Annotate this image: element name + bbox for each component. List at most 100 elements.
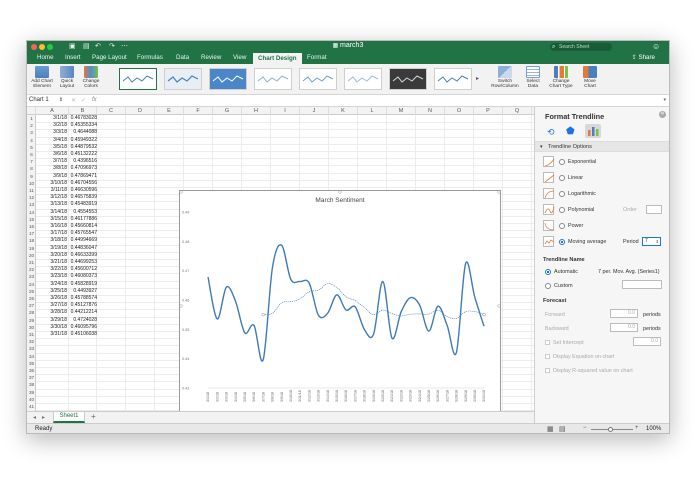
row-header[interactable]: 34 (27, 353, 36, 360)
row-header[interactable]: 7 (27, 158, 36, 165)
effects-pentagon-icon[interactable]: ⬟ (566, 126, 575, 137)
row-header[interactable]: 39 (27, 389, 36, 396)
column-header[interactable]: K (329, 107, 358, 115)
confirm-formula-icon[interactable]: ✓ (81, 97, 86, 104)
cell-sentiment[interactable]: 0.44879532 (69, 144, 97, 151)
row-header[interactable]: 29 (27, 317, 36, 324)
row-header[interactable]: 37 (27, 374, 36, 381)
order-stepper[interactable] (646, 205, 662, 214)
cell-date[interactable]: 3/15/18 (36, 216, 69, 223)
spreadsheet-grid[interactable]: ABCDEFGHIJKLMNOPQ 1 2 3 4 5 6 7 8 9 10 11 12 13 14 15 1… (27, 107, 534, 411)
cell-sentiment[interactable]: 0.45828919 (69, 281, 97, 288)
cell-date[interactable]: 3/22/18 (36, 266, 69, 273)
row-header[interactable]: 28 (27, 309, 36, 316)
cell-sentiment[interactable]: 0.46783028 (69, 115, 97, 122)
select-all-corner[interactable] (27, 107, 36, 115)
column-header[interactable]: B (69, 107, 97, 115)
column-header[interactable]: I (271, 107, 300, 115)
cancel-formula-icon[interactable]: ✕ (71, 97, 76, 104)
cell-date[interactable]: 3/21/18 (36, 259, 69, 266)
cell-date[interactable]: 3/23/18 (36, 273, 69, 280)
chart-style-4[interactable] (254, 68, 292, 90)
switch-row-column-button[interactable]: Switch Row/Column (491, 66, 519, 89)
trendline-options-tab[interactable] (585, 124, 601, 138)
row-header[interactable]: 4 (27, 137, 36, 144)
stepper-arrows-icon[interactable]: ⇕ (656, 238, 659, 245)
cell-date[interactable]: 3/7/18 (36, 158, 69, 165)
cell-sentiment[interactable]: 0.45949322 (69, 137, 97, 144)
row-header[interactable]: 19 (27, 245, 36, 252)
option-moving-average[interactable]: Moving average Period 7 ⇕ (543, 235, 668, 249)
tab-home[interactable]: Home (37, 54, 54, 61)
logarithmic-radio[interactable] (559, 191, 565, 197)
display-r-squared-checkbox[interactable] (545, 368, 550, 373)
cell-sentiment[interactable]: 0.4554553 (69, 209, 97, 216)
cell-sentiment[interactable]: 0.46575839 (69, 194, 97, 201)
cell-sentiment[interactable]: 0.46704556 (69, 180, 97, 187)
change-colors-button[interactable]: Change Colors (80, 66, 102, 89)
column-header[interactable]: H (242, 107, 271, 115)
gallery-next-icon[interactable]: ▸ (476, 75, 479, 82)
row-header[interactable]: 20 (27, 252, 36, 259)
cell-date[interactable]: 3/4/18 (36, 137, 69, 144)
normal-view-icon[interactable]: ▦ (547, 425, 554, 433)
chart-style-5[interactable] (299, 68, 337, 90)
column-header[interactable]: L (358, 107, 387, 115)
cell-date[interactable]: 3/19/18 (36, 245, 69, 252)
cell-date[interactable]: 3/8/18 (36, 165, 69, 172)
row-header[interactable]: 32 (27, 338, 36, 345)
power-radio[interactable] (559, 223, 565, 229)
share-button[interactable]: ⇪ Share (632, 54, 655, 61)
row-header[interactable]: 12 (27, 194, 36, 201)
row-header[interactable]: 38 (27, 381, 36, 388)
page-layout-view-icon[interactable]: ▤ (559, 425, 566, 433)
cell-date[interactable]: 3/18/18 (36, 237, 69, 244)
row-header[interactable]: 18 (27, 237, 36, 244)
row-header[interactable]: 23 (27, 273, 36, 280)
column-header[interactable]: E (155, 107, 184, 115)
name-box[interactable]: Chart 1 ⇕ (29, 97, 65, 105)
cell-date[interactable]: 3/28/18 (36, 309, 69, 316)
row-header[interactable]: 31 (27, 331, 36, 338)
cell-date[interactable]: 3/17/18 (36, 230, 69, 237)
cell-sentiment[interactable]: 0.45132222 (69, 151, 97, 158)
cell-date[interactable]: 3/3/18 (36, 129, 69, 136)
cell-date[interactable]: 3/30/18 (36, 324, 69, 331)
row-header[interactable]: 40 (27, 396, 36, 403)
cell-date[interactable]: 3/31/18 (36, 331, 69, 338)
tab-insert[interactable]: Insert (65, 54, 80, 61)
cell-sentiment[interactable]: 0.44994669 (69, 237, 97, 244)
chart-style-8[interactable] (434, 68, 472, 90)
cell-date[interactable]: 3/20/18 (36, 252, 69, 259)
display-equation-checkbox[interactable] (545, 354, 550, 359)
cell-date[interactable]: 3/1/18 (36, 115, 69, 122)
row-header[interactable]: 9 (27, 173, 36, 180)
cell-sentiment[interactable]: 0.45660814 (69, 223, 97, 230)
next-sheet-icon[interactable]: ▸ (42, 414, 45, 421)
backward-input[interactable]: 0.0 (610, 323, 638, 332)
option-polynomial[interactable]: Polynomial Order (543, 203, 668, 217)
cell-sentiment[interactable]: 0.45788574 (69, 295, 97, 302)
add-chart-element-button[interactable]: Add Chart Element (29, 66, 55, 89)
prev-sheet-icon[interactable]: ◂ (33, 414, 36, 421)
expand-formula-icon[interactable]: ▾ (663, 97, 666, 103)
cell-sentiment[interactable]: 0.46177886 (69, 216, 97, 223)
tab-chart-design[interactable]: Chart Design (253, 53, 302, 64)
custom-name-input[interactable] (622, 280, 662, 289)
chart-style-7[interactable] (389, 68, 427, 90)
cell-date[interactable]: 3/16/18 (36, 223, 69, 230)
row-header[interactable]: 36 (27, 367, 36, 374)
cell-sentiment[interactable]: 0.4724028 (69, 317, 97, 324)
column-header[interactable]: C (97, 107, 126, 115)
cell-sentiment[interactable]: 0.46633399 (69, 252, 97, 259)
tab-formulas[interactable]: Formulas (137, 54, 163, 61)
zoom-slider-thumb[interactable] (608, 427, 613, 432)
column-header[interactable]: J (300, 107, 329, 115)
close-pane-icon[interactable]: ✕ (659, 111, 666, 118)
cell-sentiment[interactable]: 0.45106038 (69, 331, 97, 338)
row-header[interactable]: 15 (27, 216, 36, 223)
chart-style-6[interactable] (344, 68, 382, 90)
cell-date[interactable]: 3/6/18 (36, 151, 69, 158)
sheet-tab-sheet1[interactable]: Sheet1 (53, 412, 85, 423)
cell-date[interactable]: 3/2/18 (36, 122, 69, 129)
